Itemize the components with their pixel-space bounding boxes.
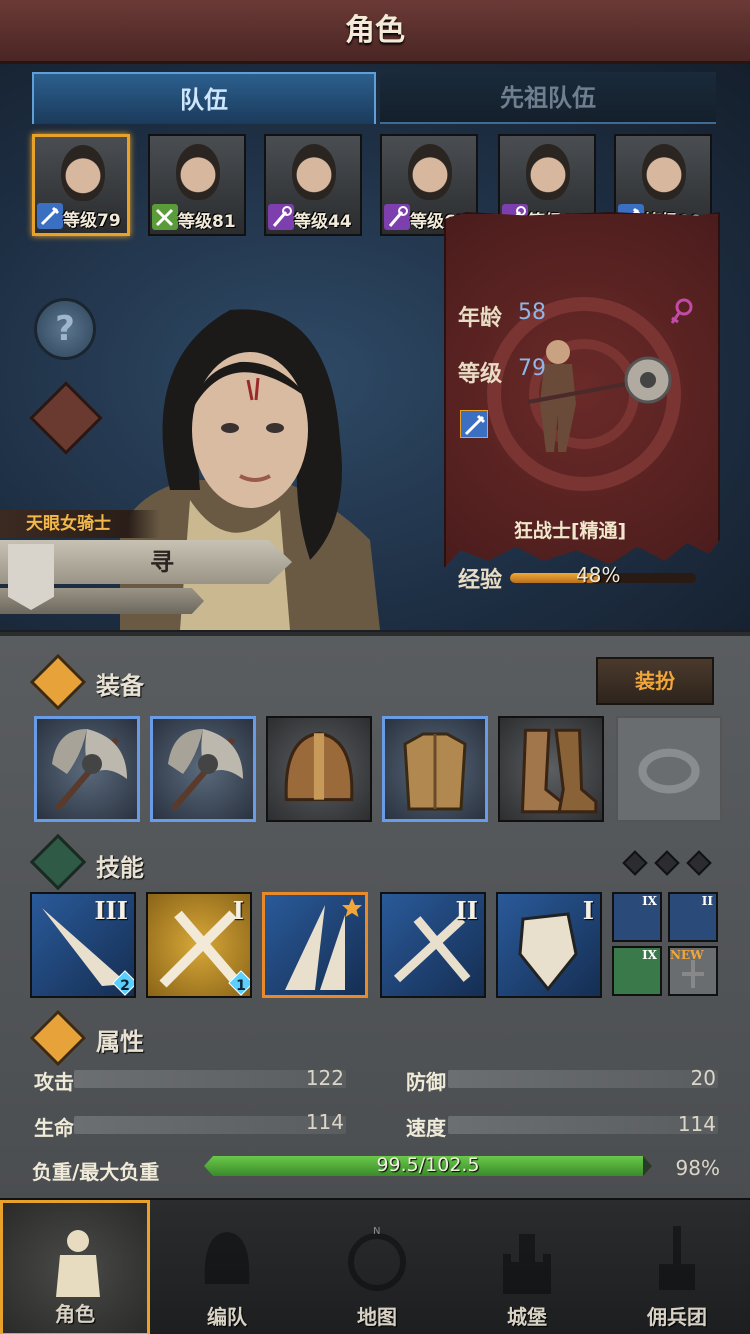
class-name: 狂战士[精通]	[513, 520, 627, 542]
equip-slot-ring-empty[interactable]	[616, 716, 722, 822]
skill-slot-1[interactable]: III 2	[30, 892, 136, 998]
hero-name-label: 天眼女骑士	[0, 510, 160, 538]
gem-count: 1	[236, 978, 246, 994]
attack-value: 122	[305, 1066, 344, 1090]
portrait-face	[408, 144, 452, 200]
skill-slot-3[interactable]	[262, 892, 368, 998]
nav-formation[interactable]: 编队	[152, 1200, 302, 1334]
nav-label: 佣兵团	[647, 1305, 707, 1329]
equip-slot-axe-1[interactable]	[34, 716, 140, 822]
speed-label: 速度	[406, 1116, 446, 1140]
sword-class-icon	[152, 204, 178, 230]
axe-icon	[52, 729, 127, 811]
sword-class-icon	[37, 203, 63, 229]
defense-value: 20	[690, 1066, 716, 1090]
equipment-title: 装备	[96, 672, 144, 700]
level-value: 79	[518, 356, 546, 381]
female-gender-icon	[670, 298, 693, 324]
party-level: 等级81	[178, 212, 236, 232]
skills-title: 技能	[96, 854, 144, 882]
compass-map-icon: N	[348, 1226, 406, 1291]
armor-icon	[403, 732, 467, 811]
ring-icon	[638, 748, 700, 794]
helmet-icon	[204, 1232, 250, 1284]
banner-flag-icon	[8, 544, 54, 610]
equip-slot-armor[interactable]	[382, 716, 488, 822]
party-member-1[interactable]: 等级79	[32, 134, 130, 236]
gem-count: 2	[120, 978, 130, 994]
character-info-card	[444, 212, 720, 568]
tab-team[interactable]: 队伍	[32, 72, 376, 124]
equip-slot-axe-2[interactable]	[150, 716, 256, 822]
nav-character[interactable]: 角色	[0, 1200, 150, 1334]
portrait-face	[61, 145, 105, 201]
exp-percent: 48%	[576, 563, 621, 587]
helmet-icon	[284, 731, 354, 802]
party-level: 等级44	[294, 212, 352, 232]
load-percent: 98%	[675, 1156, 720, 1180]
skill-rank: III	[94, 896, 128, 925]
age-value: 58	[518, 300, 546, 325]
skill-rank: I	[582, 896, 594, 925]
tab-ancestor-team[interactable]: 先祖队伍	[380, 72, 716, 124]
skill-rank: II	[701, 894, 713, 908]
defense-label: 防御	[406, 1070, 446, 1094]
nav-label: 城堡	[507, 1305, 547, 1329]
attributes-title: 属性	[96, 1028, 144, 1056]
castle-icon	[503, 1234, 551, 1294]
life-label: 生命	[34, 1116, 74, 1140]
page-title: 角色	[345, 13, 405, 48]
search-label: 寻	[150, 548, 174, 576]
attack-label: 攻击	[34, 1070, 74, 1094]
load-label: 负重/最大负重	[32, 1160, 160, 1184]
passive-skill-2[interactable]: II	[668, 892, 718, 942]
sword-class-icon	[460, 410, 488, 438]
nav-castle[interactable]: 城堡	[452, 1200, 602, 1334]
svg-text:N: N	[373, 1226, 380, 1237]
level-label: 等级	[458, 362, 503, 387]
knight-icon	[56, 1230, 100, 1297]
age-label: 年龄	[458, 306, 503, 331]
speed-value: 114	[677, 1112, 716, 1136]
passive-skill-3[interactable]: IX	[612, 946, 662, 996]
boots-icon	[520, 728, 598, 814]
sword-fist-icon	[659, 1226, 695, 1290]
skill-rank: IX	[642, 894, 657, 908]
new-badge: NEW	[670, 948, 704, 962]
portrait-face	[642, 144, 686, 200]
portrait-face	[292, 144, 336, 200]
skill-slot-2[interactable]: I 1	[146, 892, 252, 998]
passive-skill-new-empty[interactable]: NEW	[668, 946, 718, 996]
skill-slot-5[interactable]: I	[496, 892, 602, 998]
staff-class-icon	[384, 204, 410, 230]
skill-rank: I	[232, 896, 244, 925]
passive-skill-1[interactable]: IX	[612, 892, 662, 942]
title-bar: 角色	[0, 0, 750, 64]
skill-slot-4[interactable]: II	[380, 892, 486, 998]
skill-rank: II	[455, 896, 478, 925]
bottom-nav: 角色 编队 N 地图 城堡 佣兵团	[0, 1198, 750, 1334]
party-member-3[interactable]: 等级44	[264, 134, 362, 236]
axe-icon	[168, 729, 243, 811]
staff-class-icon	[268, 204, 294, 230]
equip-slot-helmet[interactable]	[266, 716, 372, 822]
berserker-figure-icon	[527, 340, 672, 452]
party-level: 等级79	[63, 211, 121, 231]
portrait-face	[526, 144, 570, 200]
star-icon	[342, 898, 362, 917]
equip-slot-boots[interactable]	[498, 716, 604, 822]
exp-label: 经验	[458, 568, 503, 593]
nav-mercenary[interactable]: 佣兵团	[602, 1200, 750, 1334]
dress-up-button[interactable]: 装扮	[596, 657, 714, 705]
load-value: 99.5/102.5	[376, 1154, 480, 1176]
life-value: 114	[305, 1110, 344, 1134]
skill-rank: IX	[642, 948, 657, 962]
portrait-face	[176, 144, 220, 200]
party-member-2[interactable]: 等级81	[148, 134, 246, 236]
nav-label: 地图	[357, 1305, 397, 1329]
nav-label: 编队	[207, 1305, 247, 1329]
nav-map[interactable]: N 地图	[302, 1200, 452, 1334]
nav-label: 角色	[55, 1302, 95, 1326]
